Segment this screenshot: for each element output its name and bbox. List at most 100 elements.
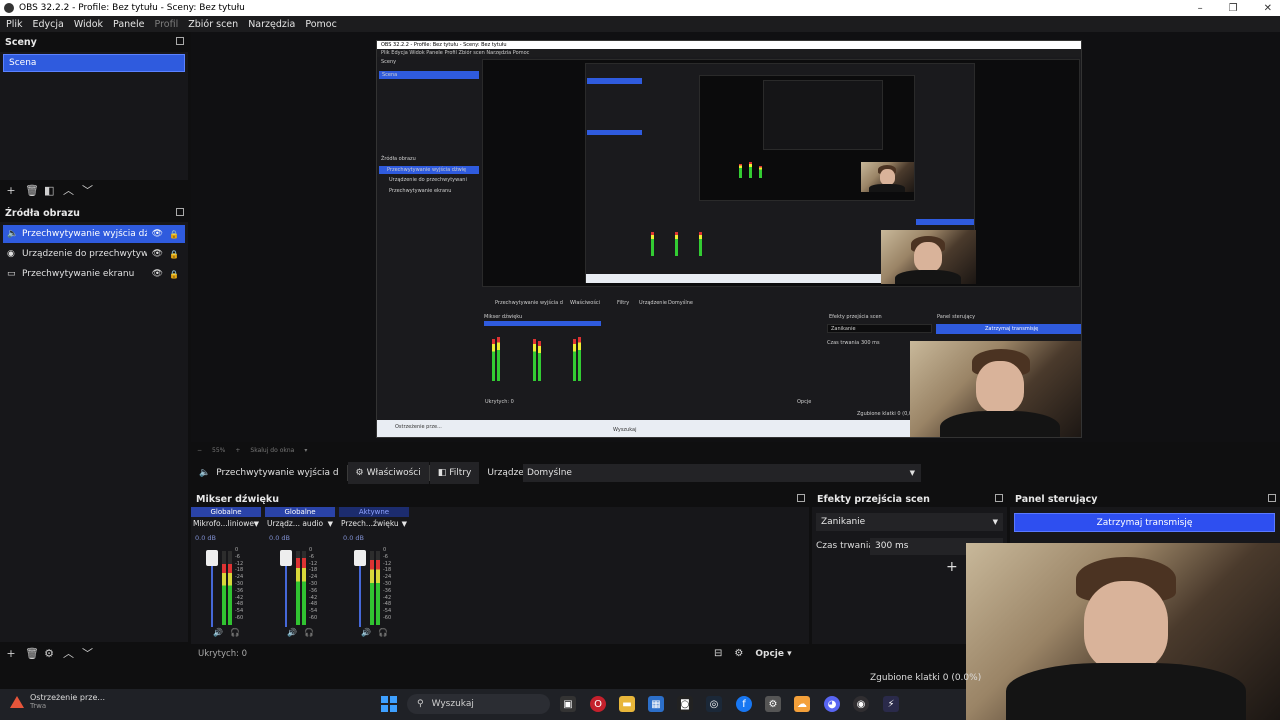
properties-button[interactable]: ⚙ Właściwości xyxy=(347,462,429,484)
menu-profile[interactable]: Profil xyxy=(155,19,179,30)
obs-icon[interactable]: ◉ xyxy=(853,696,869,712)
start-button[interactable] xyxy=(381,696,397,712)
preview-canvas[interactable]: OBS 32.2.2 - Profile: Bez tytułu - Sceny… xyxy=(376,40,1082,438)
chevron-down-icon: ▼ xyxy=(327,520,333,528)
meter-scale-label: -54 xyxy=(235,608,244,615)
lock-icon[interactable]: 🔒 xyxy=(169,270,179,279)
filter-icon: ◧ xyxy=(437,468,447,478)
meter-scale-label: -12 xyxy=(309,560,318,567)
menu-help[interactable]: Pomoc xyxy=(305,19,337,30)
source-item[interactable]: ▭ Przechwytywanie ekranu 👁 🔒 xyxy=(3,265,185,283)
weather-subtitle: Trwa xyxy=(30,702,47,710)
opera-icon[interactable]: O xyxy=(590,696,606,712)
meter-scale-label: -6 xyxy=(309,553,314,560)
level-fill xyxy=(222,564,226,625)
cloud-icon[interactable]: ☁ xyxy=(794,696,810,712)
dock-float-icon[interactable] xyxy=(797,494,805,502)
source-label: Urządzenie do przechwytywani xyxy=(22,249,147,259)
speaker-icon[interactable]: 🔊 xyxy=(287,628,297,637)
move-down-icon[interactable]: ﹀ xyxy=(82,648,93,659)
menu-file[interactable]: Plik xyxy=(6,19,23,30)
app-icon[interactable]: ⚡ xyxy=(883,696,899,712)
zoom-in-icon[interactable]: + xyxy=(235,447,240,454)
minimize-button[interactable]: – xyxy=(1198,3,1203,14)
facebook-icon[interactable]: f xyxy=(736,696,752,712)
level-meter xyxy=(296,551,300,625)
move-up-icon[interactable]: ︿ xyxy=(63,648,74,659)
channel-tag: Globalne xyxy=(265,507,335,517)
mixer-channel: Globalne Urządz... audio ▼ 0.0 dB 0 -6 -12-… xyxy=(265,507,335,644)
menu-tools[interactable]: Narzędzia xyxy=(248,19,295,30)
channel-name[interactable]: Przech...źwięku ▼ xyxy=(339,519,409,531)
level-fill xyxy=(370,559,374,625)
preview-mini-ctx-src: Przechwytywanie wyjścia d xyxy=(495,300,563,306)
preview-mini-src2: Urządzenie do przechwytywani xyxy=(389,177,467,183)
scale-select[interactable]: Skaluj do okna xyxy=(250,447,294,454)
speaker-icon[interactable]: 🔊 xyxy=(213,628,223,637)
chevron-down-icon[interactable]: ▾ xyxy=(304,447,307,454)
move-down-icon[interactable]: ﹀ xyxy=(82,185,93,196)
eye-icon[interactable]: 👁 xyxy=(152,269,163,279)
task-view-icon[interactable]: ▣ xyxy=(560,696,576,712)
eye-icon[interactable]: 👁 xyxy=(152,229,163,239)
menu-edit[interactable]: Edycja xyxy=(33,19,64,30)
preview-mini-stop: Zatrzymaj transmisję xyxy=(985,326,1039,332)
source-item[interactable]: 🔈 Przechwytywanie wyjścia dźwię 👁 🔒 xyxy=(3,225,185,243)
headphones-icon[interactable]: 🎧 xyxy=(304,628,314,637)
add-icon[interactable]: + xyxy=(6,185,16,196)
menu-docks[interactable]: Panele xyxy=(113,19,144,30)
headphones-icon[interactable]: 🎧 xyxy=(230,628,240,637)
settings-icon[interactable]: ⚙ xyxy=(734,648,743,659)
steam-icon[interactable]: ◎ xyxy=(706,696,722,712)
discord-icon[interactable]: ◕ xyxy=(824,696,840,712)
layout-icon[interactable]: ⊟ xyxy=(714,648,722,659)
volume-slider[interactable] xyxy=(354,550,366,566)
lock-icon[interactable]: 🔒 xyxy=(169,250,179,259)
zoom-out-icon[interactable]: − xyxy=(197,447,202,454)
meter-scale-label: -54 xyxy=(309,608,318,615)
scene-item[interactable]: Scena xyxy=(3,54,185,72)
channel-name[interactable]: Mikrofo...liniowe ▼ xyxy=(191,519,261,531)
headphones-icon[interactable]: 🎧 xyxy=(378,628,388,637)
menu-view[interactable]: Widok xyxy=(74,19,103,30)
volume-slider[interactable] xyxy=(280,550,292,566)
add-icon[interactable]: + xyxy=(6,648,16,659)
device-select[interactable]: Domyślne ▼ xyxy=(523,464,921,482)
sources-toolbar: + 🗑 ⚙ ︿ ﹀ xyxy=(6,648,93,659)
meter-scale-label: 0 xyxy=(309,547,313,553)
stop-stream-button[interactable]: Zatrzymaj transmisję xyxy=(1014,513,1275,532)
volume-slider[interactable] xyxy=(206,550,218,566)
source-item[interactable]: ◉ Urządzenie do przechwytywani 👁 🔒 xyxy=(3,245,185,263)
filters-label: Filtry xyxy=(449,468,472,478)
lock-icon[interactable]: 🔒 xyxy=(169,230,179,239)
meter-scale-label: -60 xyxy=(235,614,244,621)
close-button[interactable]: ✕ xyxy=(1264,3,1272,14)
dock-float-icon[interactable] xyxy=(1268,494,1276,502)
taskbar-search[interactable]: ⚲ Wyszukaj xyxy=(407,694,550,714)
move-up-icon[interactable]: ︿ xyxy=(63,185,74,196)
eye-icon[interactable]: 👁 xyxy=(152,249,163,259)
folder-icon[interactable]: ▬ xyxy=(619,696,635,712)
channel-name[interactable]: Urządz... audio ▼ xyxy=(265,519,335,531)
speaker-icon: 🔈 xyxy=(199,468,211,478)
app-icon[interactable]: ◙ xyxy=(677,696,693,712)
meter-scale-label: -48 xyxy=(235,601,244,608)
dock-float-icon[interactable] xyxy=(176,208,184,216)
gear-icon[interactable]: ⚙ xyxy=(44,648,54,659)
trash-icon[interactable]: 🗑 xyxy=(25,185,39,196)
menu-scene-collection[interactable]: Zbiór scen xyxy=(188,19,238,30)
options-button[interactable]: Opcje ▾ xyxy=(755,649,791,659)
transition-select[interactable]: Zanikanie ▼ xyxy=(816,513,1003,531)
maximize-button[interactable]: ❐ xyxy=(1229,3,1238,14)
settings-icon[interactable]: ⚙ xyxy=(765,696,781,712)
weather-widget[interactable]: Ostrzeżenie prze... Trwa xyxy=(10,693,105,710)
trash-icon[interactable]: 🗑 xyxy=(25,648,39,659)
speaker-icon[interactable]: 🔊 xyxy=(361,628,371,637)
filters-button[interactable]: ◧ Filtry xyxy=(429,462,480,484)
add-icon[interactable]: + xyxy=(946,559,958,575)
dock-float-icon[interactable] xyxy=(176,37,184,45)
filter-icon[interactable]: ◧ xyxy=(44,185,54,196)
dock-float-icon[interactable] xyxy=(995,494,1003,502)
gear-icon: ⚙ xyxy=(355,468,364,478)
store-icon[interactable]: ▦ xyxy=(648,696,664,712)
